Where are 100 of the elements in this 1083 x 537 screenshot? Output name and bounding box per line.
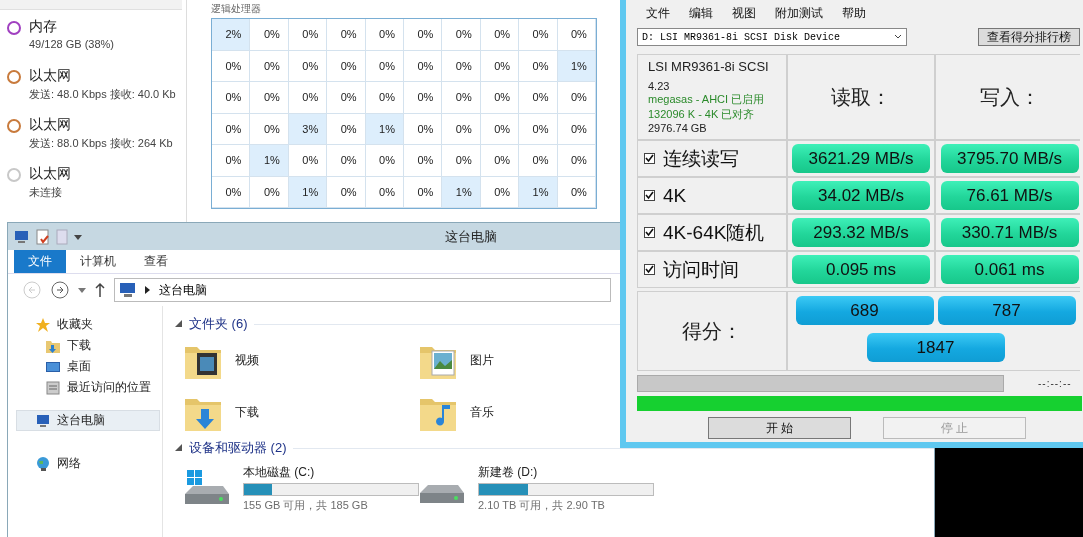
cpu-usage-cell: 0% <box>327 113 366 145</box>
drive-select[interactable]: D: LSI MR9361-8i SCSI Disk Device <box>637 28 907 46</box>
resource-detail: 49/128 GB (38%) <box>29 38 114 50</box>
folder-name[interactable]: 视频 <box>235 351 259 369</box>
resource-detail: 发送: 48.0 Kbps 接收: 40.0 Kb <box>29 87 176 102</box>
cpu-usage-cell: 0% <box>403 145 443 177</box>
computer-icon[interactable] <box>14 229 30 244</box>
collapse-icon[interactable] <box>175 320 183 328</box>
cpu-usage-cell: 0% <box>519 19 558 51</box>
column-header: 写入： <box>979 84 1040 110</box>
nav-item[interactable]: 最近访问的位置 <box>16 377 160 398</box>
nav-item[interactable]: 收藏夹 <box>16 314 160 335</box>
cpu-usage-cell: 0% <box>442 19 481 51</box>
nav-item[interactable]: 桌面 <box>16 356 160 377</box>
cpu-usage-cell: 0% <box>288 145 328 177</box>
cpu-usage-cell: 0% <box>327 19 366 51</box>
cpu-usage-cell: 0% <box>519 113 558 145</box>
test-name: 4K-64K随机 <box>663 220 765 245</box>
dropdown-icon[interactable] <box>78 286 86 294</box>
cpu-usage-cell: 0% <box>365 145 404 177</box>
cpu-usage-cell: 0% <box>519 50 558 82</box>
cpu-usage-cell: 0% <box>327 176 366 208</box>
grid-label: 逻辑处理器 <box>211 2 262 16</box>
resource-detail: 发送: 88.0 Kbps 接收: 264 Kb <box>29 136 173 151</box>
cpu-usage-cell: 0% <box>480 19 520 51</box>
chevron-down-icon <box>894 34 902 40</box>
start-button[interactable]: 开 始 <box>708 417 851 439</box>
result-value: 0.095 ms <box>792 255 930 284</box>
menu-item[interactable]: 文件 <box>646 4 670 22</box>
nav-label: 网络 <box>57 455 81 472</box>
cpu-usage-cell: 0% <box>212 145 251 177</box>
resource-name[interactable]: 以太网 <box>29 165 71 183</box>
cpu-usage-cell: 0% <box>250 19 289 51</box>
cpu-usage-cell: 0% <box>327 82 366 114</box>
score-value: 787 <box>937 296 1076 325</box>
nav-label: 最近访问的位置 <box>67 379 151 396</box>
drive-info-text: 4.23 <box>648 80 671 92</box>
nav-label: 这台电脑 <box>57 412 105 429</box>
checkbox[interactable] <box>644 264 655 275</box>
result-value: 34.02 MB/s <box>792 181 930 210</box>
collapse-icon[interactable] <box>175 444 183 452</box>
menu-item[interactable]: 编辑 <box>689 4 713 22</box>
cpu-usage-cell: 0% <box>480 145 520 177</box>
score-label: 得分： <box>682 318 742 344</box>
test-name: 连续读写 <box>663 146 739 171</box>
score-value: 1847 <box>866 333 1005 362</box>
result-value: 76.61 MB/s <box>940 181 1079 210</box>
nav-item[interactable]: 网络 <box>16 453 160 474</box>
ribbon-tab[interactable]: 查看 <box>130 250 182 273</box>
result-value: 330.71 MB/s <box>940 218 1079 247</box>
menu-item[interactable]: 附加测试 <box>775 4 823 22</box>
drive-space-text: 2.10 TB 可用，共 2.90 TB <box>478 497 606 513</box>
dropdown-icon[interactable] <box>74 232 82 241</box>
folder-name[interactable]: 下载 <box>235 403 259 421</box>
ranking-button[interactable]: 查看得分排行榜 <box>978 28 1080 46</box>
folder-name[interactable]: 音乐 <box>470 403 494 421</box>
section-header[interactable]: 文件夹 (6) <box>189 315 248 333</box>
cpu-usage-cell: 0% <box>212 50 251 82</box>
ribbon-tab[interactable]: 计算机 <box>66 250 130 273</box>
resource-name[interactable]: 以太网 <box>29 116 173 134</box>
cpu-usage-cell: 0% <box>212 176 251 208</box>
resource-name[interactable]: 以太网 <box>29 67 176 85</box>
drive-name[interactable]: 本地磁盘 (C:) <box>243 463 419 481</box>
nav-item[interactable]: 下载 <box>16 335 160 356</box>
column-header: 读取： <box>831 84 891 110</box>
computer-icon <box>119 282 137 298</box>
cpu-usage-cell: 0% <box>212 82 251 114</box>
folder-name[interactable]: 图片 <box>470 351 494 369</box>
menu-item[interactable]: 帮助 <box>842 4 866 22</box>
cpu-usage-cell: 0% <box>212 113 251 145</box>
resource-name[interactable]: 内存 <box>29 18 114 36</box>
score-value: 689 <box>795 296 934 325</box>
checkbox[interactable] <box>644 153 655 164</box>
forward-icon[interactable] <box>50 280 70 300</box>
up-arrow-icon[interactable] <box>94 282 106 298</box>
cpu-usage-cell: 0% <box>250 176 289 208</box>
result-value: 293.32 MB/s <box>792 218 930 247</box>
cpu-usage-cell: 0% <box>519 145 558 177</box>
chevron-icon <box>145 286 151 294</box>
recent-places-icon <box>45 379 61 396</box>
checkbox[interactable] <box>644 190 655 201</box>
computer-icon <box>35 412 51 429</box>
nav-item[interactable]: 这台电脑 <box>16 410 160 431</box>
address-bar[interactable]: 这台电脑 <box>114 278 611 302</box>
properties-icon[interactable] <box>36 228 50 245</box>
window-title: 这台电脑 <box>445 227 497 246</box>
cpu-usage-cell: 0% <box>365 19 404 51</box>
cpu-usage-cell: 0% <box>365 82 404 114</box>
checkbox[interactable] <box>644 227 655 238</box>
cpu-usage-cell: 0% <box>403 19 443 51</box>
time-text: --:--:-- <box>1038 377 1072 389</box>
section-header[interactable]: 设备和驱动器 (2) <box>189 439 287 457</box>
cpu-usage-cell: 0% <box>403 82 443 114</box>
cpu-usage-cell: 0% <box>288 19 328 51</box>
menu-item[interactable]: 视图 <box>732 4 756 22</box>
ribbon-tab[interactable]: 文件 <box>14 250 66 273</box>
cpu-usage-cell: 0% <box>557 82 596 114</box>
star-icon <box>35 316 51 333</box>
drive-name[interactable]: 新建卷 (D:) <box>478 463 654 481</box>
cpu-usage-cell: 0% <box>327 50 366 82</box>
